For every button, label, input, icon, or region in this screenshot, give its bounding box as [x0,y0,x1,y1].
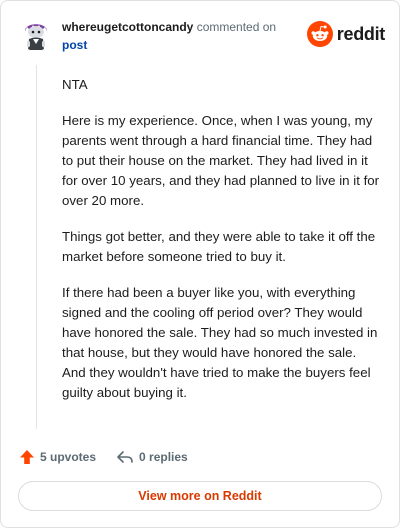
reddit-logo-icon [306,21,333,47]
replies-count: 0 replies [139,450,188,464]
upvotes-stat[interactable]: 5 upvotes [19,449,96,465]
username-link[interactable]: whereugetcottoncandy [62,20,193,34]
comment-stats: 5 upvotes 0 replies [19,447,188,467]
thread-line [36,65,37,429]
post-link[interactable]: post [62,37,302,53]
comment-paragraph: Things got better, and they were able to… [62,229,376,264]
user-avatar[interactable] [19,17,53,51]
comment-body: NTA Here is my experience. Once, when I … [62,75,382,419]
reddit-wordmark: reddit [336,23,386,44]
comment-paragraph: If there had been a buyer like you, with… [62,285,378,400]
replies-stat[interactable]: 0 replies [116,449,188,465]
upvote-arrow-icon [20,450,34,464]
comment-meta: whereugetcottoncandy commented on post [62,19,302,53]
snoo-avatar-icon [19,17,53,51]
view-more-button[interactable]: View more on Reddit [18,481,382,511]
reddit-brand[interactable]: reddit [306,21,386,47]
comment-paragraph: NTA [62,77,88,92]
embedded-comment-card: whereugetcottoncandy commented on post r… [0,0,400,528]
reply-arrow-icon [117,451,133,463]
comment-header: whereugetcottoncandy commented on post r… [19,17,385,57]
action-text: commented on [196,20,277,34]
upvotes-count: 5 upvotes [40,450,97,464]
comment-paragraph: Here is my experience. Once, when I was … [62,113,380,208]
